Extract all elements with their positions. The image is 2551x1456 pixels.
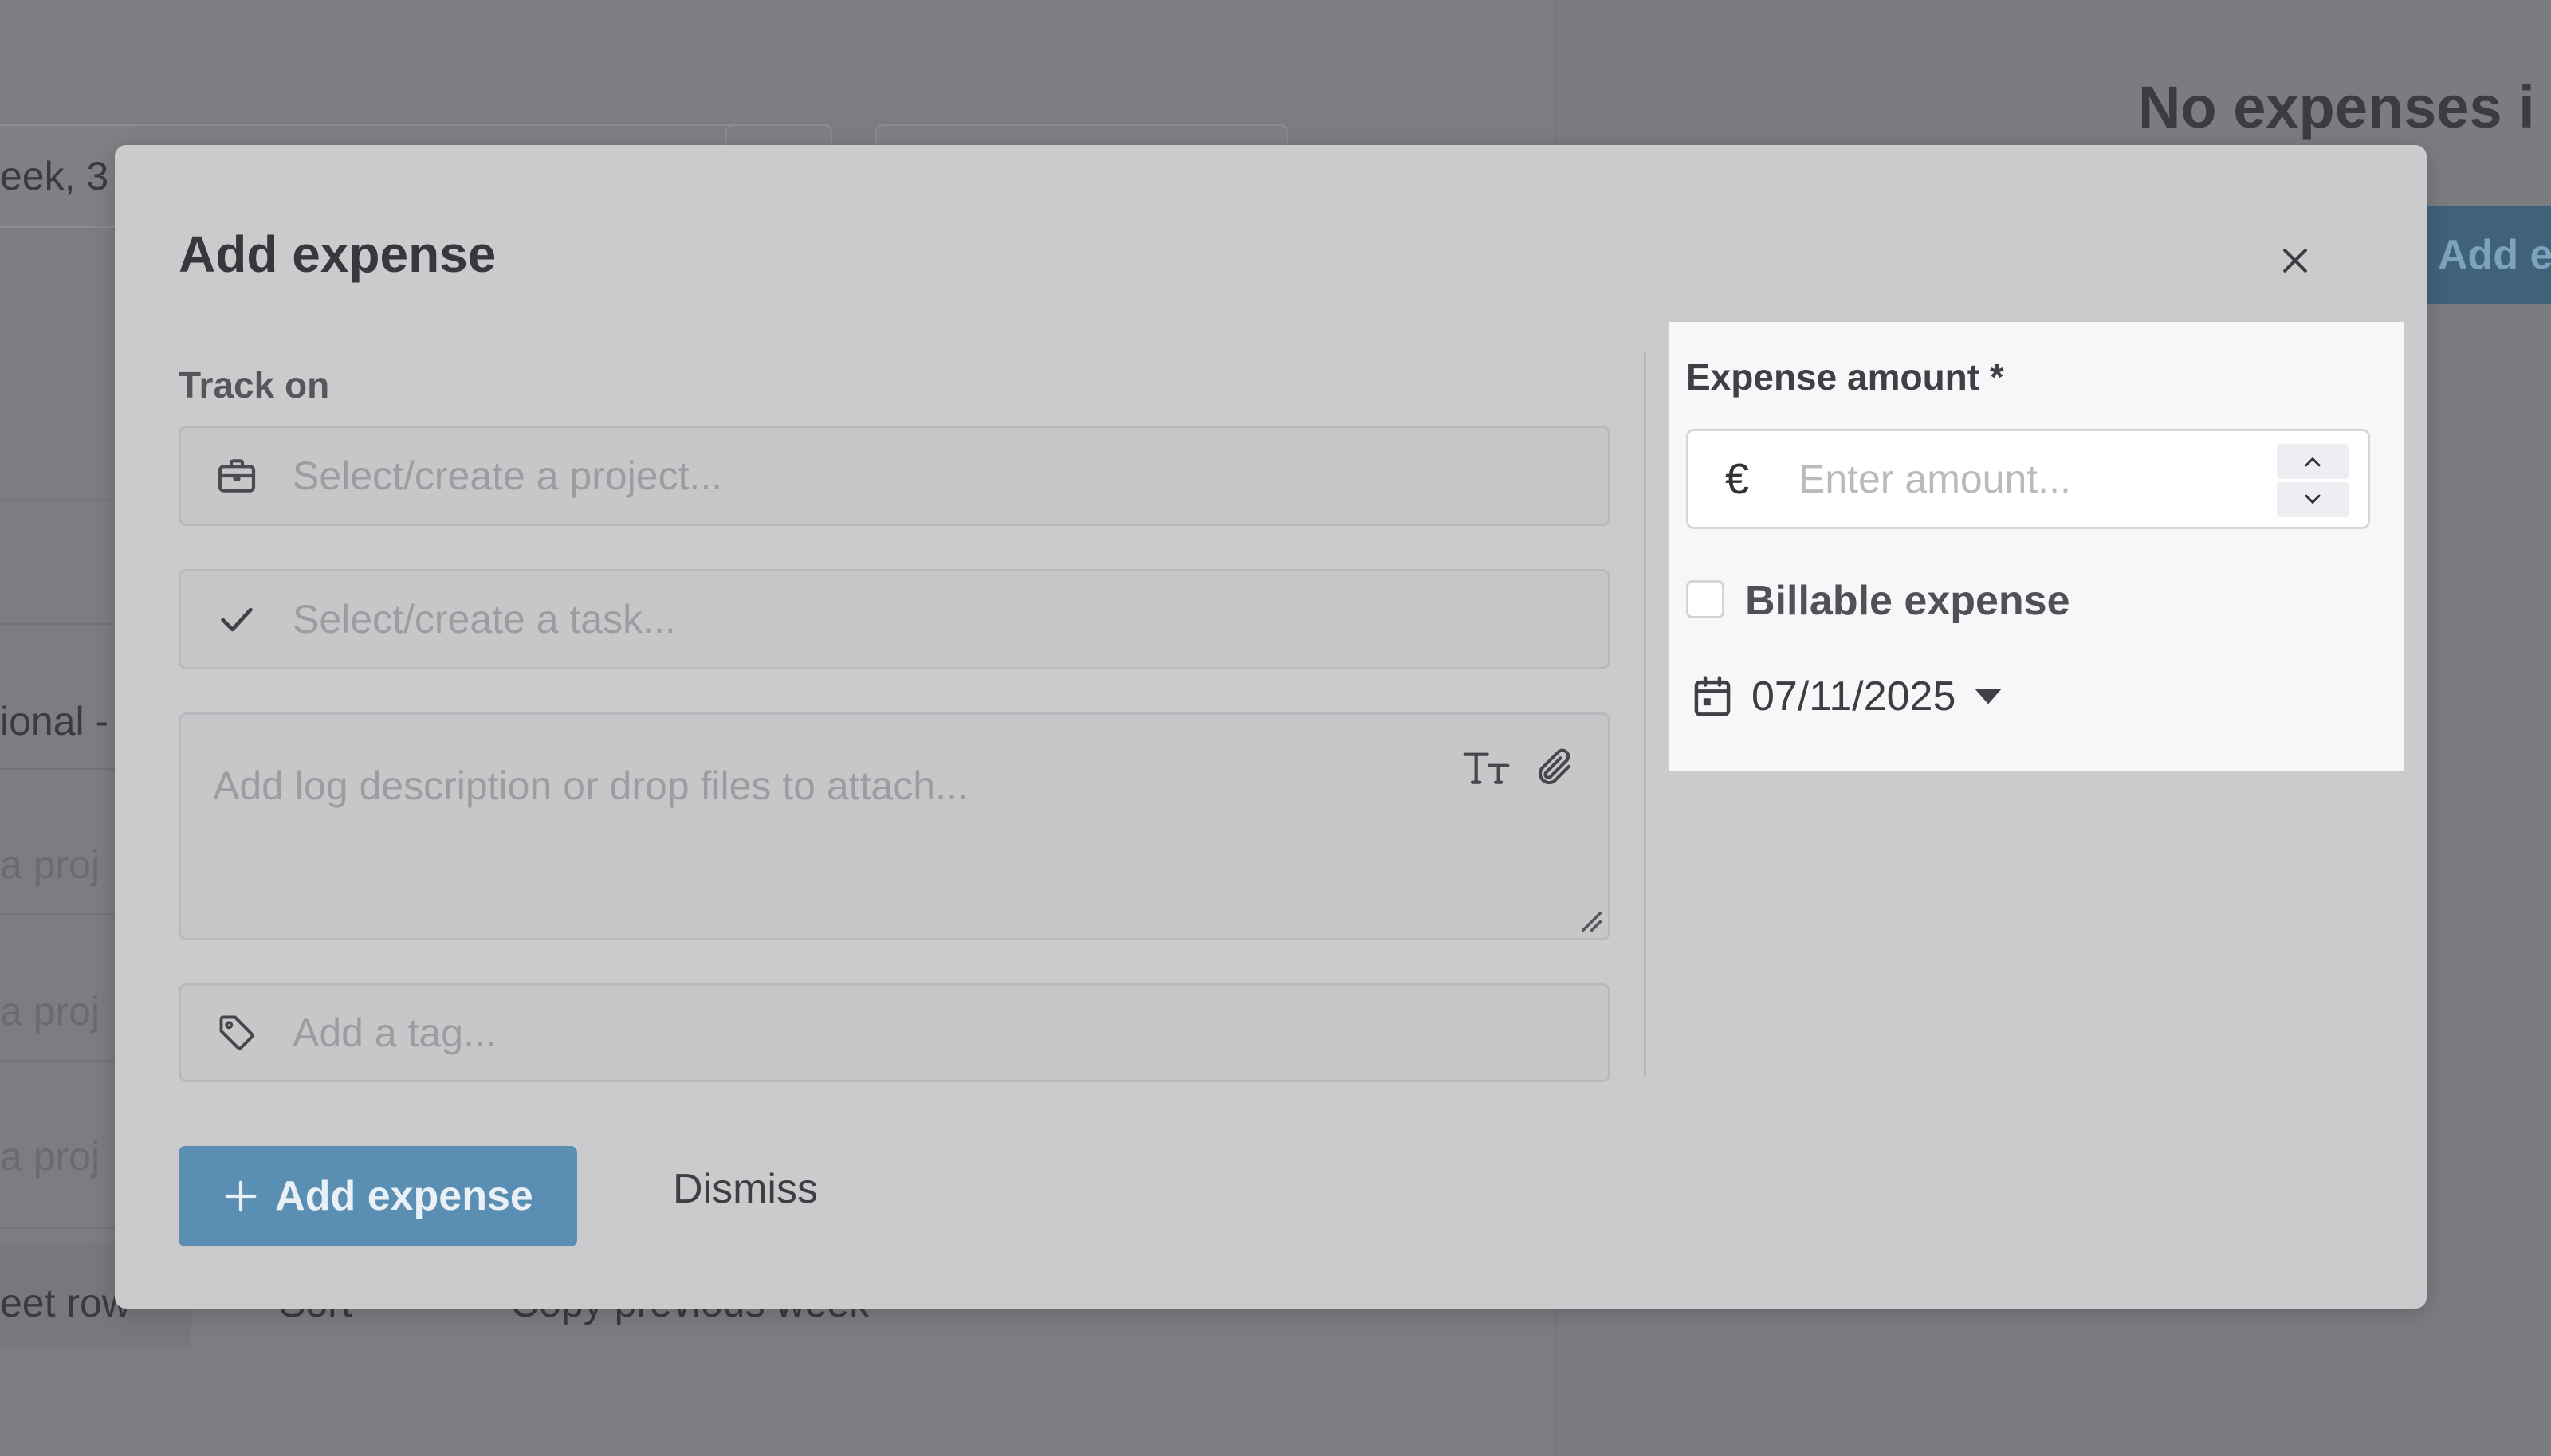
background-row-placeholder: a proj — [0, 989, 100, 1034]
description-textarea[interactable]: Add log description or drop files to att… — [179, 712, 1610, 940]
paperclip-icon[interactable] — [1533, 746, 1576, 793]
expense-amount-input[interactable]: € Enter amount... — [1686, 429, 2370, 529]
background-divider — [0, 913, 115, 915]
background-add-row-label: eet row — [0, 1281, 131, 1325]
plus-icon — [225, 1180, 257, 1212]
expense-amount-label: Expense amount * — [1686, 356, 2004, 398]
vertical-divider — [1644, 352, 1646, 1077]
background-row-placeholder: a proj — [0, 1134, 100, 1179]
task-placeholder: Select/create a task... — [293, 597, 676, 642]
expense-details-panel: Expense amount * € Enter amount... Billa… — [1669, 322, 2404, 771]
chevron-up-icon — [2305, 457, 2321, 467]
tag-input[interactable]: Add a tag... — [179, 983, 1610, 1082]
close-icon — [2283, 249, 2307, 273]
amount-placeholder: Enter amount... — [1798, 457, 2071, 501]
add-expense-button-label: Add expense — [275, 1173, 533, 1219]
currency-symbol: € — [1725, 455, 1750, 503]
project-placeholder: Select/create a project... — [293, 453, 723, 498]
caret-down-icon — [1975, 689, 2003, 704]
background-divider — [0, 1227, 115, 1229]
calendar-icon — [1694, 676, 1731, 716]
description-placeholder: Add log description or drop files to att… — [213, 763, 969, 808]
add-expense-modal: Add expense Track on Select/create a pro… — [115, 145, 2427, 1309]
project-select[interactable]: Select/create a project... — [179, 426, 1610, 526]
background-week-label: eek, 3 — [0, 154, 109, 198]
background-row-label: ional - — [0, 699, 109, 744]
task-select[interactable]: Select/create a task... — [179, 569, 1610, 669]
background-empty-title: No expenses i — [2138, 74, 2535, 140]
text-format-icon[interactable] — [1461, 745, 1517, 794]
increment-button[interactable] — [2277, 444, 2349, 479]
close-button[interactable] — [2267, 233, 2323, 288]
background-divider — [0, 499, 115, 500]
add-expense-button[interactable]: Add expense — [179, 1146, 577, 1246]
billable-label[interactable]: Billable expense — [1745, 577, 2070, 625]
modal-title: Add expense — [179, 226, 497, 283]
background-divider — [0, 1060, 115, 1062]
date-picker[interactable]: 07/11/2025 — [1691, 665, 2003, 728]
track-on-label: Track on — [179, 364, 330, 406]
billable-checkbox[interactable] — [1686, 580, 1724, 618]
resize-handle-icon[interactable] — [1574, 905, 1603, 933]
chevron-down-icon — [2305, 494, 2321, 504]
check-icon — [213, 595, 261, 643]
date-value: 07/11/2025 — [1751, 673, 1956, 720]
decrement-button[interactable] — [2277, 482, 2349, 517]
briefcase-icon — [213, 452, 261, 500]
background-row-placeholder: a proj — [0, 842, 100, 887]
background-divider — [0, 623, 115, 625]
tag-icon — [213, 1009, 261, 1057]
tag-placeholder: Add a tag... — [293, 1011, 497, 1055]
description-toolbar — [1461, 745, 1576, 794]
background-divider — [0, 768, 115, 770]
dismiss-button[interactable]: Dismiss — [673, 1165, 818, 1213]
amount-stepper — [2277, 444, 2349, 517]
